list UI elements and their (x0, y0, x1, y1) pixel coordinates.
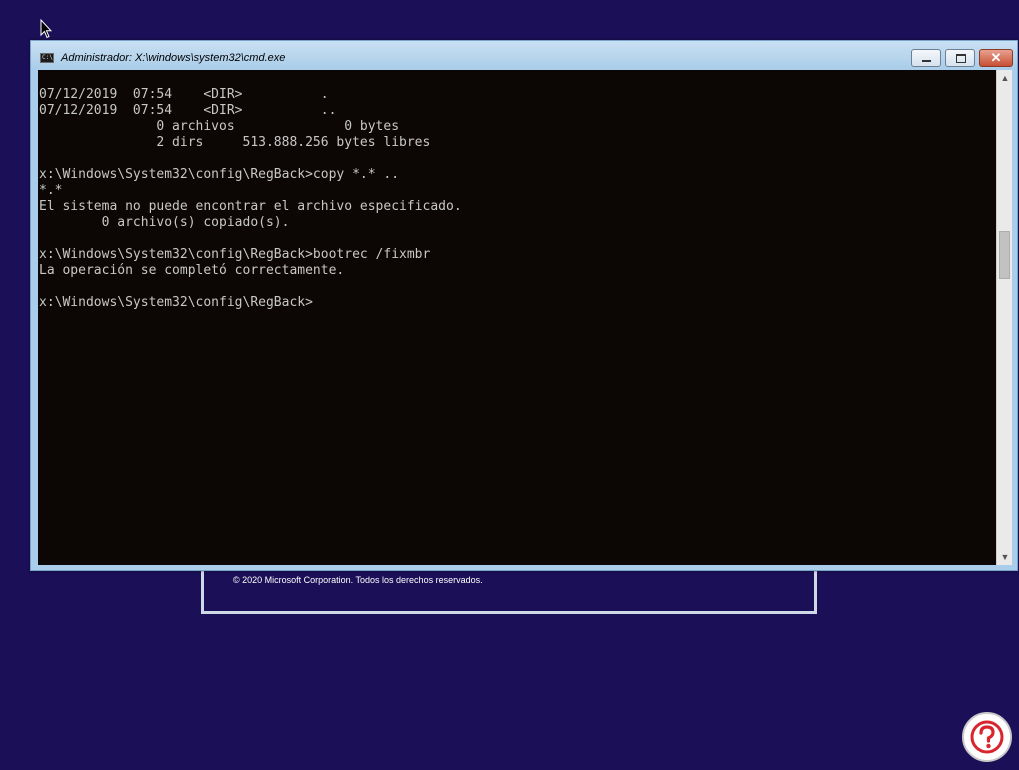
title-bar[interactable]: C:\ Administrador: X:\windows\system32\c… (31, 41, 1017, 69)
scroll-up-arrow-icon[interactable]: ▲ (997, 70, 1013, 86)
close-icon: ✕ (990, 50, 1002, 65)
scroll-down-arrow-icon[interactable]: ▼ (997, 549, 1013, 565)
cmd-icon: C:\ (40, 53, 54, 63)
vertical-scrollbar[interactable]: ▲ ▼ (996, 70, 1012, 565)
maximize-button[interactable] (945, 49, 975, 67)
close-button[interactable]: ✕ (979, 49, 1013, 67)
console-line: La operación se completó correctamente. (39, 263, 345, 278)
console-line: El sistema no puede encontrar el archivo… (39, 199, 462, 214)
mouse-cursor-icon (40, 19, 52, 39)
console-line: 2 dirs 513.888.256 bytes libres (39, 135, 431, 150)
console-line: *.* (39, 183, 63, 198)
minimize-button[interactable] (911, 49, 941, 67)
scrollbar-thumb[interactable] (999, 231, 1010, 280)
window-title: Administrador: X:\windows\system32\cmd.e… (61, 52, 286, 64)
copyright-text: © 2020 Microsoft Corporation. Todos los … (233, 575, 483, 585)
console-line: 0 archivo(s) copiado(s). (39, 215, 290, 230)
console-line: x:\Windows\System32\config\RegBack>copy … (39, 167, 400, 182)
help-person-logo (962, 712, 1012, 762)
console-line: 07/12/2019 07:54 <DIR> . (39, 87, 329, 102)
console-line: x:\Windows\System32\config\RegBack> (39, 295, 313, 310)
console-output[interactable]: 07/12/2019 07:54 <DIR> . 07/12/2019 07:54… (38, 70, 996, 565)
console-line: x:\Windows\System32\config\RegBack>bootr… (39, 247, 431, 262)
console-line: 0 archivos 0 bytes (39, 119, 400, 134)
console-line: 07/12/2019 07:54 <DIR> .. (39, 103, 337, 118)
cmd-window[interactable]: C:\ Administrador: X:\windows\system32\c… (30, 40, 1018, 571)
console-text: 07/12/2019 07:54 <DIR> . 07/12/2019 07:54… (38, 70, 996, 311)
